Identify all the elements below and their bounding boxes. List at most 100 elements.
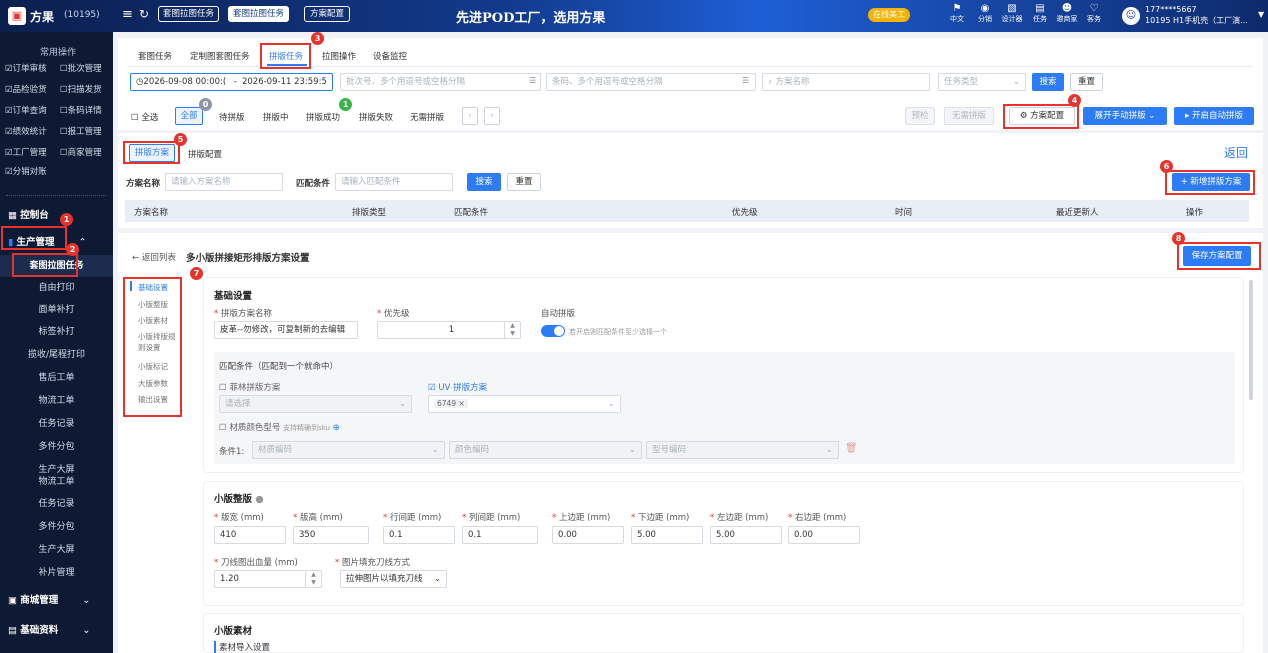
top-icon-translate[interactable]: ⚑ 中文 (948, 3, 966, 24)
user-name[interactable]: 10195 H1手机壳（工厂演... (1145, 15, 1255, 26)
fill-select[interactable]: 拉伸图片以填充刀线 ⌄ (340, 570, 447, 588)
scrollbar[interactable] (1249, 280, 1253, 400)
stepper-icon[interactable]: ▲ ▼ (504, 322, 520, 338)
sidebar-shortcut[interactable]: ☐扫描发货 (60, 83, 102, 95)
priority-stepper[interactable]: 1 ▲ ▼ (377, 321, 521, 339)
chevron-down-icon[interactable]: ▼ (1258, 10, 1264, 19)
no-need-button[interactable]: 无需拼版 (944, 107, 994, 125)
trash-icon[interactable]: 🗑 (845, 443, 858, 454)
next-arrow-icon[interactable]: › (484, 107, 500, 125)
scheme-reset-button[interactable]: 重置 (507, 173, 541, 191)
prev-arrow-icon[interactable]: ‹ (462, 107, 478, 125)
right-margin-input[interactable]: 0.00 (788, 526, 860, 544)
sidebar-basic[interactable]: ▤ 基础资料 ⌄ (8, 622, 90, 636)
status-tab[interactable]: 拼版中 (263, 111, 289, 123)
bottom-margin-input[interactable]: 5.00 (631, 526, 703, 544)
barcode-input[interactable]: 条码、多个用逗号或空格分隔 (546, 73, 756, 91)
return-link[interactable]: 返回 (1224, 144, 1248, 161)
uv-checkbox[interactable]: ☑ UV 拼版方案 (428, 381, 487, 393)
sidebar-item[interactable]: 生产大屏 (0, 539, 113, 561)
sidebar-item[interactable]: 面单补打 (0, 299, 113, 321)
row-gap-input[interactable]: 0.1 (383, 526, 455, 544)
sidebar-item[interactable]: 售后工单 (0, 367, 113, 389)
sidebar-shortcut[interactable]: ☑绩效统计 (5, 125, 47, 137)
status-tab[interactable]: 待拼版 (219, 111, 245, 123)
sidebar-shortcut[interactable]: ☑订单查询 (5, 104, 47, 116)
top-tab-1[interactable]: 套图拉图任务 (158, 6, 220, 22)
sidebar-shortcut[interactable]: ☑订单审核 (5, 62, 47, 74)
sidebar-shortcut[interactable]: ☐商家管理 (60, 146, 102, 158)
date-range-input[interactable]: ◷2026-09-08 00:00:( -2026-09-11 23:59:5 (130, 73, 333, 91)
reset-button[interactable]: 重置 (1070, 73, 1103, 91)
expand-icon[interactable]: ☰ (529, 76, 536, 85)
auto-toggle[interactable] (541, 325, 565, 337)
material-checkbox[interactable]: ☐ 材质颜色型号 支持精确到sku ⊕ (219, 421, 340, 433)
sidebar-item[interactable]: 任务记录 (0, 493, 113, 515)
sidebar-mall[interactable]: ▣ 商城管理 ⌄ (8, 592, 90, 606)
left-margin-input[interactable]: 5.00 (710, 526, 782, 544)
subtab-1[interactable]: 套图任务 (138, 50, 172, 62)
top-icon-invite[interactable]: ☻ 邀商家 (1054, 3, 1080, 24)
top-tab-2[interactable]: 套图拉图任务 (228, 6, 290, 22)
scheme-name-field[interactable]: 皮革--勿修改，可复制新的去编辑 (214, 321, 358, 339)
search-button[interactable]: 搜索 (1032, 73, 1064, 91)
expand-icon[interactable]: ☰ (742, 76, 749, 85)
subtab-4[interactable]: 拉图操作 (322, 50, 356, 62)
vip-badge[interactable]: 在线美工 (868, 8, 910, 22)
scheme-name-input[interactable]: 请输入方案名称 (165, 173, 283, 191)
avatar[interactable]: ☺ (1122, 7, 1140, 25)
model-code-select[interactable]: 型号编码 ⌄ (646, 441, 839, 459)
select-all-checkbox[interactable]: ☐ 全选 (131, 111, 158, 123)
top-icon-task[interactable]: ▤ 任务 (1030, 3, 1050, 24)
status-tab[interactable]: 无需拼版 (410, 111, 444, 123)
top-icon-share[interactable]: ◉ 分销 (974, 3, 996, 24)
sidebar-item[interactable]: 多件分包 (0, 436, 113, 458)
subtab-2[interactable]: 定制图套图任务 (190, 50, 250, 62)
board-height-input[interactable]: 350 (293, 526, 369, 544)
refresh-icon[interactable]: ↻ (139, 7, 149, 21)
top-tab-3[interactable]: 方案配置 (304, 6, 351, 22)
scheme-config-tab[interactable]: 拼版配置 (188, 148, 222, 160)
help-icon[interactable]: ● (255, 494, 263, 505)
material-code-select[interactable]: 材质编码 ⌄ (252, 441, 445, 459)
sidebar-item[interactable]: 任务记录 (0, 413, 113, 435)
back-to-list[interactable]: ← 返回列表 (132, 251, 176, 263)
logo[interactable]: ▣ (8, 7, 26, 25)
manual-typeset-button[interactable]: 展开手动拼版 ⌄ (1083, 107, 1167, 125)
task-type-select[interactable]: 任务类型 ⌄ (938, 73, 1026, 91)
sidebar-shortcut[interactable]: ☑工厂管理 (5, 146, 47, 158)
menu-toggle-icon[interactable]: ≡ (122, 7, 133, 22)
sidebar-shortcut[interactable]: ☑分销对账 (5, 165, 47, 177)
sidebar-item[interactable]: 物流工单 (0, 390, 113, 412)
add-icon[interactable]: ⊕ (333, 423, 340, 433)
uv-select[interactable]: 6749 × ⌄ (428, 395, 621, 413)
sidebar-item[interactable]: 自由打印 (0, 277, 113, 299)
stepper-icon[interactable]: ▲ ▼ (305, 571, 321, 587)
auto-typeset-button[interactable]: ▸ 开启自动拼版 (1174, 107, 1254, 125)
scheme-search-button[interactable]: 搜索 (467, 173, 501, 191)
subtab-5[interactable]: 设备监控 (373, 50, 407, 62)
pre-check-button[interactable]: 预检 (905, 107, 935, 125)
sidebar-item[interactable]: 多件分包 (0, 516, 113, 538)
sidebar-shortcut[interactable]: ☐条码详情 (60, 104, 102, 116)
sidebar-item[interactable]: 物流工单 (0, 471, 113, 493)
fei-checkbox[interactable]: ☐ 菲林拼版方案 (219, 381, 280, 393)
color-code-select[interactable]: 颜色编码 ⌄ (449, 441, 642, 459)
sidebar-shortcut[interactable]: ☑品检验货 (5, 83, 47, 95)
status-tab[interactable]: 拼版成功 (306, 111, 340, 123)
status-tab-all[interactable]: 全部 (175, 107, 203, 125)
bleed-stepper[interactable]: 1.20 ▲ ▼ (214, 570, 322, 588)
fei-select[interactable]: 请选择 ⌄ (219, 395, 412, 413)
col-gap-input[interactable]: 0.1 (462, 526, 538, 544)
board-width-input[interactable]: 410 (214, 526, 286, 544)
batch-input[interactable]: 批次号、多个用逗号或空格分隔 (340, 73, 541, 91)
plan-name-input[interactable]: ⌕ 方案名称 (762, 73, 930, 91)
top-icon-service[interactable]: ♡ 客务 (1084, 3, 1104, 24)
sidebar-item[interactable]: 揽收/尾程打印 (0, 344, 113, 366)
sidebar-shortcut[interactable]: ☐报工管理 (60, 125, 102, 137)
status-tab[interactable]: 拼版失败 (359, 111, 393, 123)
top-margin-input[interactable]: 0.00 (552, 526, 624, 544)
sidebar-shortcut[interactable]: ☐批次管理 (60, 62, 102, 74)
sidebar-item[interactable]: 补片管理 (0, 562, 113, 584)
match-input[interactable]: 请输入匹配条件 (335, 173, 453, 191)
